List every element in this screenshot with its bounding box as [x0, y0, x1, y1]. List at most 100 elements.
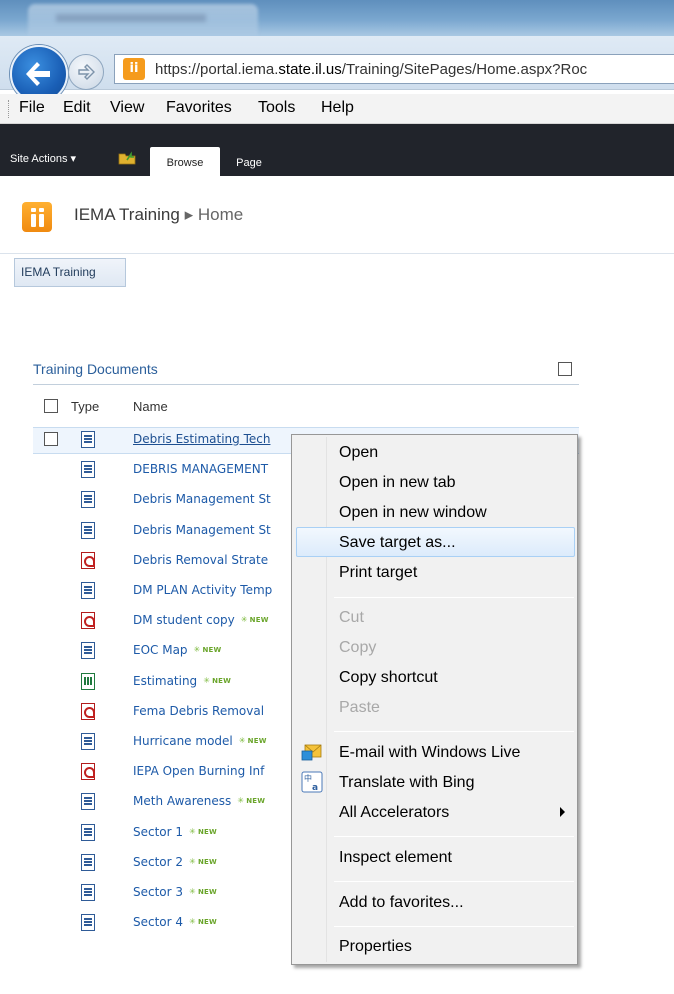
document-link[interactable]: Fema Debris Removal: [133, 704, 264, 718]
webpart-select-checkbox[interactable]: [558, 362, 572, 376]
document-name[interactable]: Debris Management St: [133, 523, 271, 537]
document-name[interactable]: DM PLAN Activity Temp: [133, 583, 272, 597]
excel-document-icon[interactable]: [81, 673, 95, 690]
column-header-name[interactable]: Name: [133, 399, 168, 414]
document-link[interactable]: EOC Map NEW: [133, 643, 221, 657]
webpart-title[interactable]: Training Documents: [33, 361, 158, 377]
document-name[interactable]: Estimating: [133, 674, 197, 688]
bing-translate-icon: 中 a: [301, 771, 323, 793]
word-document-icon[interactable]: [81, 642, 95, 659]
column-header-type[interactable]: Type: [71, 399, 99, 414]
pdf-document-icon[interactable]: [81, 612, 95, 629]
document-name[interactable]: DM student copy: [133, 613, 235, 627]
ctx-properties[interactable]: Properties: [339, 938, 412, 956]
menu-edit[interactable]: Edit: [63, 99, 91, 117]
new-badge: NEW: [203, 676, 231, 685]
tab-browse[interactable]: Browse: [150, 147, 220, 176]
document-name[interactable]: IEPA Open Burning Inf: [133, 764, 264, 778]
ctx-add-to-favorites[interactable]: Add to favorites...: [339, 894, 464, 912]
context-menu-separator: [334, 836, 574, 837]
ctx-inspect-element[interactable]: Inspect element: [339, 849, 452, 867]
word-document-icon[interactable]: [81, 733, 95, 750]
document-link[interactable]: Debris Management St: [133, 492, 271, 506]
ctx-copy: Copy: [339, 639, 377, 656]
pdf-document-icon[interactable]: [81, 763, 95, 780]
document-name[interactable]: Sector 2: [133, 855, 183, 869]
pdf-document-icon[interactable]: [81, 552, 95, 569]
site-actions-menu[interactable]: Site Actions ▾: [10, 152, 76, 165]
submenu-arrow-icon: [560, 807, 565, 817]
document-link[interactable]: Sector 2 NEW: [133, 855, 217, 869]
context-menu-separator: [334, 731, 574, 732]
document-link[interactable]: Sector 4 NEW: [133, 915, 217, 929]
word-document-icon[interactable]: [81, 491, 95, 508]
ctx-email-windows-live[interactable]: E-mail with Windows Live: [339, 744, 520, 762]
document-name[interactable]: Debris Estimating Tech: [133, 432, 270, 446]
menu-help[interactable]: Help: [321, 99, 354, 117]
word-document-icon[interactable]: [81, 793, 95, 810]
context-menu-separator: [334, 597, 574, 598]
address-bar[interactable]: ii https://portal.iema.state.il.us/Train…: [114, 54, 674, 84]
document-link[interactable]: DM student copy NEW: [133, 613, 269, 627]
word-document-icon[interactable]: [81, 461, 95, 478]
context-menu-separator: [334, 926, 574, 927]
document-name[interactable]: Sector 3: [133, 885, 183, 899]
topnav-item-iema-training[interactable]: IEMA Training: [14, 258, 126, 287]
document-name[interactable]: Fema Debris Removal: [133, 704, 264, 718]
menu-bar: File Edit View Favorites Tools Help: [0, 94, 674, 124]
document-link[interactable]: DM PLAN Activity Temp: [133, 583, 272, 597]
ctx-open-new-window[interactable]: Open in new window: [339, 504, 487, 522]
new-badge: NEW: [237, 796, 265, 805]
pdf-document-icon[interactable]: [81, 703, 95, 720]
breadcrumb: IEMA Training ▸ Home: [74, 205, 243, 225]
word-document-icon[interactable]: [81, 431, 95, 448]
document-link[interactable]: DEBRIS MANAGEMENT: [133, 462, 268, 476]
select-all-checkbox[interactable]: [44, 399, 58, 413]
document-name[interactable]: DEBRIS MANAGEMENT: [133, 462, 268, 476]
document-link[interactable]: Hurricane model NEW: [133, 734, 267, 748]
menu-view[interactable]: View: [110, 99, 144, 117]
ctx-save-target-as[interactable]: Save target as...: [339, 534, 456, 552]
document-link[interactable]: Debris Estimating Tech: [133, 432, 270, 446]
context-menu-separator: [334, 881, 574, 882]
menu-tools[interactable]: Tools: [258, 99, 295, 117]
document-name[interactable]: Hurricane model: [133, 734, 233, 748]
menu-grip: [8, 100, 10, 118]
word-document-icon[interactable]: [81, 854, 95, 871]
document-link[interactable]: Debris Removal Strate: [133, 553, 268, 567]
site-logo-icon: [22, 202, 52, 232]
word-document-icon[interactable]: [81, 824, 95, 841]
document-name[interactable]: Debris Management St: [133, 492, 271, 506]
svg-text:a: a: [312, 783, 318, 793]
word-document-icon[interactable]: [81, 914, 95, 931]
document-link[interactable]: Sector 1 NEW: [133, 825, 217, 839]
ctx-translate-bing[interactable]: Translate with Bing: [339, 774, 474, 792]
document-link[interactable]: Meth Awareness NEW: [133, 794, 265, 808]
ctx-open-new-tab[interactable]: Open in new tab: [339, 474, 456, 492]
document-link[interactable]: Debris Management St: [133, 523, 271, 537]
ctx-copy-shortcut[interactable]: Copy shortcut: [339, 669, 438, 687]
tab-page[interactable]: Page: [226, 147, 272, 176]
navigate-up-folder-icon[interactable]: [118, 151, 136, 165]
ctx-print-target[interactable]: Print target: [339, 564, 417, 582]
document-name[interactable]: Sector 4: [133, 915, 183, 929]
word-document-icon[interactable]: [81, 582, 95, 599]
new-badge: NEW: [189, 857, 217, 866]
document-link[interactable]: Sector 3 NEW: [133, 885, 217, 899]
ctx-all-accelerators[interactable]: All Accelerators: [339, 804, 449, 822]
ctx-open[interactable]: Open: [339, 444, 378, 462]
word-document-icon[interactable]: [81, 884, 95, 901]
document-name[interactable]: Meth Awareness: [133, 794, 231, 808]
document-link[interactable]: IEPA Open Burning Inf: [133, 764, 264, 778]
menu-file[interactable]: File: [19, 99, 45, 117]
new-badge: NEW: [189, 887, 217, 896]
document-link[interactable]: Estimating NEW: [133, 674, 231, 688]
site-title-link[interactable]: IEMA Training: [74, 205, 180, 224]
document-name[interactable]: Sector 1: [133, 825, 183, 839]
word-document-icon[interactable]: [81, 522, 95, 539]
document-name[interactable]: Debris Removal Strate: [133, 553, 268, 567]
document-name[interactable]: EOC Map: [133, 643, 188, 657]
forward-button[interactable]: [68, 54, 104, 90]
breadcrumb-separator: ▸: [184, 205, 194, 224]
menu-favorites[interactable]: Favorites: [166, 99, 232, 117]
